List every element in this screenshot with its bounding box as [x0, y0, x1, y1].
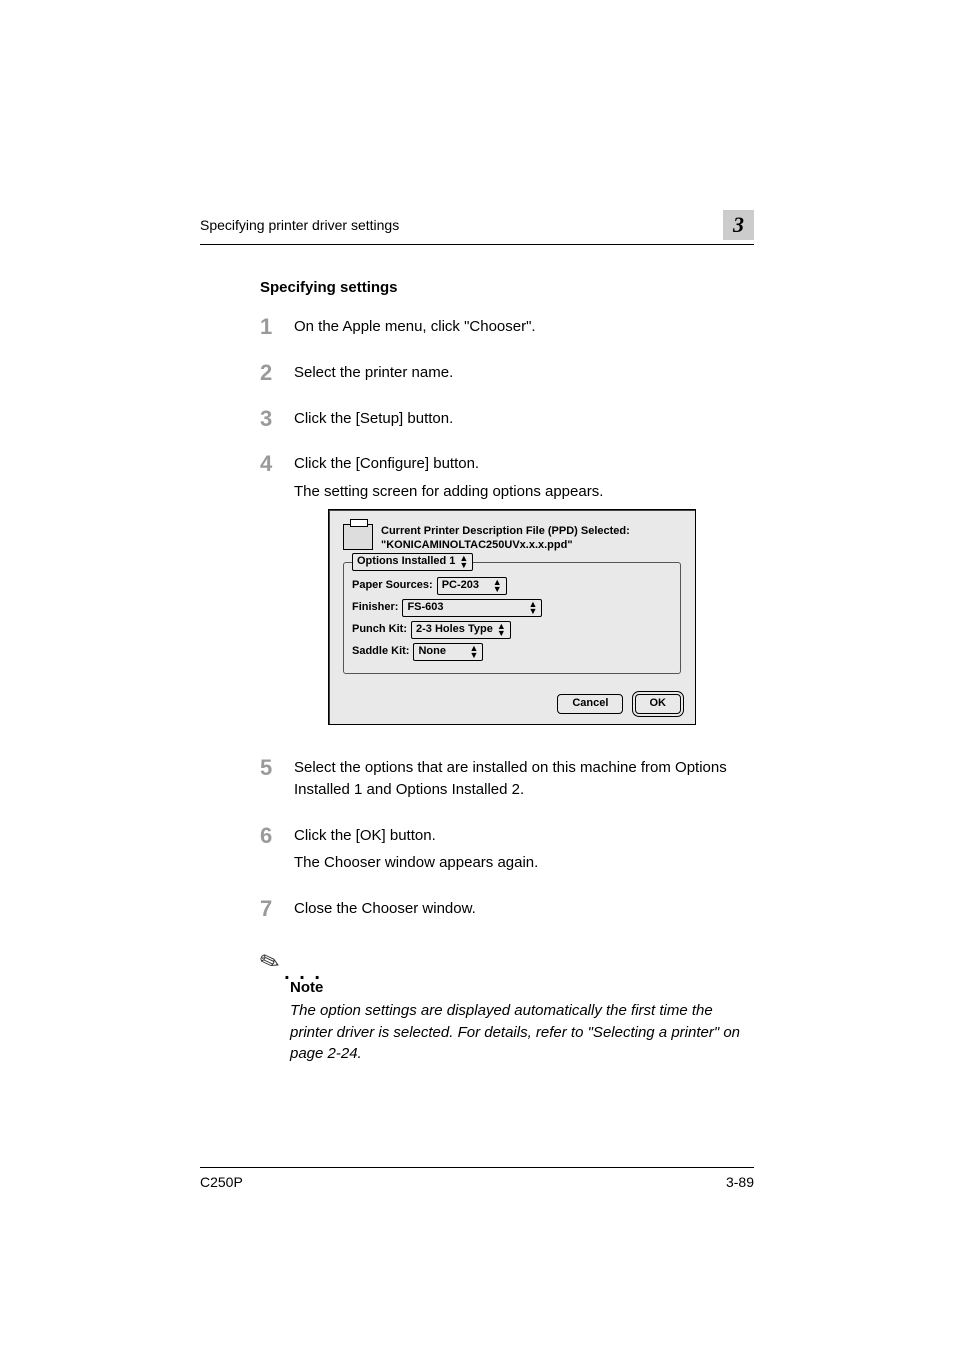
step-text: Select the printer name.	[294, 362, 754, 384]
footer-model: C250P	[200, 1174, 243, 1190]
printer-icon	[343, 524, 373, 550]
note-icon: ✎	[256, 945, 285, 979]
step-text: On the Apple menu, click "Chooser".	[294, 316, 754, 338]
ppd-line2: "KONICAMINOLTAC250UVx.x.x.ppd"	[381, 538, 630, 552]
updown-icon: ▲▼	[497, 623, 506, 637]
cancel-button[interactable]: Cancel	[557, 694, 623, 714]
step-number: 3	[260, 408, 294, 430]
step-text: Close the Chooser window.	[294, 898, 754, 920]
step-number: 7	[260, 898, 294, 920]
step-extra: The setting screen for adding options ap…	[294, 481, 754, 503]
step-number: 1	[260, 316, 294, 338]
configure-dialog: Current Printer Description File (PPD) S…	[328, 509, 696, 725]
ppd-line1: Current Printer Description File (PPD) S…	[381, 524, 630, 538]
note-label: Note	[290, 979, 754, 996]
punch-label: Punch Kit:	[352, 622, 407, 638]
saddle-label: Saddle Kit:	[352, 644, 409, 660]
finisher-label: Finisher:	[352, 600, 398, 616]
chapter-tab: 3	[723, 210, 754, 240]
group-legend-text: Options Installed 1	[357, 554, 455, 570]
updown-icon: ▲▼	[459, 555, 468, 569]
ellipsis-icon: . . .	[284, 969, 322, 977]
footer-page: 3-89	[726, 1174, 754, 1190]
step-text: Click the [OK] button.	[294, 825, 754, 847]
options-dropdown[interactable]: Options Installed 1 ▲▼	[352, 553, 473, 571]
step-number: 2	[260, 362, 294, 384]
ok-button[interactable]: OK	[635, 694, 682, 714]
saddle-value: None	[418, 644, 446, 660]
updown-icon: ▲▼	[493, 579, 502, 593]
steps-list: 1 On the Apple menu, click "Chooser". 2 …	[260, 316, 754, 926]
note-block: ✎ . . . Note The option settings are dis…	[260, 948, 754, 1065]
step-number: 5	[260, 757, 294, 779]
updown-icon: ▲▼	[529, 601, 538, 615]
page-footer: C250P 3-89	[200, 1167, 754, 1190]
step-text: Select the options that are installed on…	[294, 757, 754, 801]
updown-icon: ▲▼	[470, 645, 479, 659]
step-number: 6	[260, 825, 294, 847]
saddle-dropdown[interactable]: None ▲▼	[413, 643, 483, 661]
paper-sources-value: PC-203	[442, 578, 479, 594]
paper-sources-dropdown[interactable]: PC-203 ▲▼	[437, 577, 507, 595]
finisher-dropdown[interactable]: FS-603 ▲▼	[402, 599, 542, 617]
section-heading: Specifying settings	[260, 279, 754, 296]
note-text: The option settings are displayed automa…	[290, 1000, 754, 1065]
step-text: Click the [Setup] button.	[294, 408, 754, 430]
options-groupbox: Options Installed 1 ▲▼ Paper Sources: PC…	[343, 562, 681, 674]
paper-sources-label: Paper Sources:	[352, 578, 433, 594]
finisher-value: FS-603	[407, 600, 443, 616]
running-header: Specifying printer driver settings 3	[200, 210, 754, 245]
step-number: 4	[260, 453, 294, 475]
step-extra: The Chooser window appears again.	[294, 852, 754, 874]
punch-dropdown[interactable]: 2-3 Holes Type ▲▼	[411, 621, 511, 639]
punch-value: 2-3 Holes Type	[416, 622, 493, 638]
running-title: Specifying printer driver settings	[200, 217, 399, 233]
step-text: Click the [Configure] button.	[294, 453, 754, 475]
